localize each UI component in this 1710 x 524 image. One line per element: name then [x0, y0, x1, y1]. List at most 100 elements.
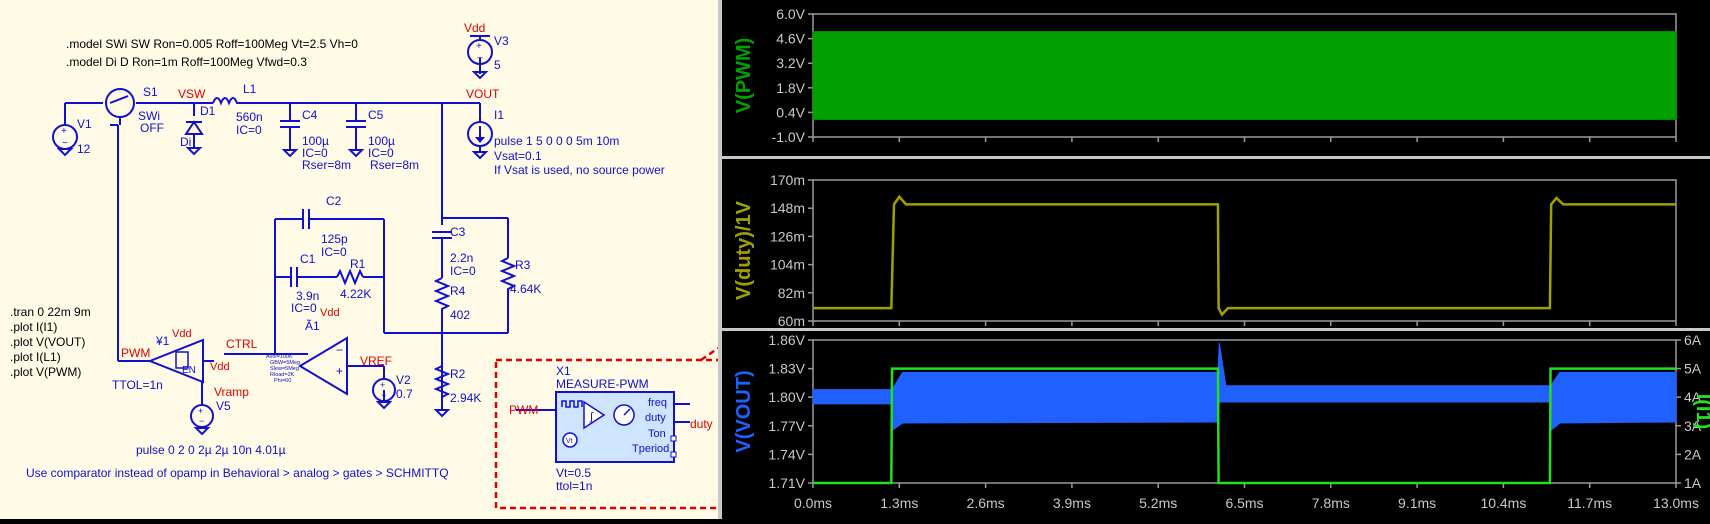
pane-separator [722, 328, 1710, 331]
y-tick-label: 6.0V [776, 6, 805, 22]
i1-value: pulse 1 5 0 0 0 5m 10m [494, 134, 619, 148]
r1-value: 4.22K [340, 287, 371, 301]
y-tick-label-right: 6A [1684, 332, 1702, 348]
y1-vdd-right-label: Vdd [210, 361, 230, 373]
directive-plot-vout[interactable]: .plot V(VOUT) [10, 335, 85, 349]
l1-inductor[interactable]: L1 560n IC=0 [212, 82, 263, 137]
svg-text:−: − [199, 416, 204, 426]
x-tick-label: 11.7ms [1567, 495, 1612, 511]
y-axis-label-right: I(I1) [1692, 394, 1710, 430]
waveform-canvas[interactable]: 6.0V 4.6V 3.2V 1.8V 0.4V -1.0V V(PWM) 170m 148m 1… [722, 0, 1710, 519]
s1-switch[interactable]: S1 SWi OFF [105, 85, 164, 135]
c2-value: 125p [321, 232, 348, 246]
v5-value: pulse 0 2 0 2µ 2µ 10n 4.01µ [136, 443, 286, 457]
directive-plot-vpwm[interactable]: .plot V(PWM) [10, 365, 81, 379]
v3-value: 5 [494, 58, 501, 72]
l1-ic: IC=0 [236, 123, 262, 137]
r2-value: 2.94K [450, 391, 481, 405]
x1-vt: Vt=0.5 [556, 466, 591, 480]
schematic-canvas[interactable]: + − V1 12 S1 SWi OFF D1 Di L1 560n IC=0 … [0, 0, 742, 519]
x1-duty-net-label: duty [690, 417, 713, 431]
r1-name: R1 [350, 257, 366, 271]
x1-ttol: ttol=1n [556, 479, 592, 493]
c1-name: C1 [300, 252, 316, 266]
a1-opamp[interactable]: Ã1 Vdd − + Avol=100K GBW=5Meg Slew=5Meg … [266, 307, 348, 396]
a1-vdd-label: Vdd [320, 307, 340, 319]
y-tick-label: 1.8V [776, 80, 805, 96]
x1-pin-duty: duty [645, 412, 666, 424]
v3-name: V3 [494, 34, 509, 48]
svg-text:−: − [336, 343, 343, 357]
r4-name: R4 [450, 284, 466, 298]
x-tick-label: 10.4ms [1480, 495, 1526, 511]
schematic-editor[interactable]: + − V1 12 S1 SWi OFF D1 Di L1 560n IC=0 … [0, 0, 742, 519]
r4-resistor[interactable]: R4 402 [433, 277, 470, 322]
a1-param-4: Phi=60 [274, 378, 291, 384]
y1-name: ¥1 [155, 334, 170, 348]
r3-resistor[interactable]: R3 4.64K [499, 257, 541, 297]
i1-vsat: Vsat=0.1 [494, 149, 542, 163]
y-tick-label: 4.6V [776, 31, 805, 47]
directive-tran[interactable]: .tran 0 22m 9m [10, 305, 91, 319]
directive-plot-il1[interactable]: .plot I(L1) [10, 350, 61, 364]
x-tick-label: 13.0ms [1653, 495, 1699, 511]
x1-pwm-net-label: PWM [509, 403, 538, 417]
y-tick-label: 1.77V [768, 418, 805, 434]
directive-plot-i1[interactable]: .plot I(I1) [10, 320, 57, 334]
x1-measure-pwm[interactable]: X1 MEASURE-PWM ∫ Vt PWM freq duty Ton Tp… [509, 364, 713, 493]
y-tick-label: 1.80V [768, 389, 805, 405]
y-tick-label: 1.83V [768, 361, 805, 377]
x-tick-label: 6.5ms [1225, 495, 1263, 511]
net-label-vsw: VSW [178, 87, 206, 101]
c3-ic: IC=0 [450, 264, 476, 278]
i1-current-source[interactable]: I1 pulse 1 5 0 0 0 5m 10m Vsat=0.1 If Vs… [467, 108, 665, 177]
c2-name: C2 [326, 194, 342, 208]
d1-name: D1 [200, 104, 216, 118]
y1-ttol: TTOL=1n [112, 378, 163, 392]
x-tick-label: 9.1ms [1398, 495, 1436, 511]
v3-source[interactable]: Vdd + − V3 5 [464, 21, 509, 80]
l1-name: L1 [243, 82, 257, 96]
d1-diode[interactable]: D1 Di [180, 104, 216, 149]
s1-state: OFF [140, 121, 164, 135]
r1-resistor[interactable]: R1 4.22K [336, 257, 371, 301]
svg-text:+: + [476, 41, 482, 52]
svg-text:Vt: Vt [566, 438, 573, 445]
c3-value: 2.2n [450, 251, 473, 265]
net-label-vout: VOUT [466, 87, 500, 101]
pane-separator [722, 156, 1710, 159]
y-axis-label: V(PWM) [733, 38, 755, 114]
c2-capacitor[interactable]: C2 125p IC=0 [302, 194, 348, 259]
c2-ic: IC=0 [321, 245, 347, 259]
c3-capacitor[interactable]: C3 2.2n IC=0 [432, 225, 476, 278]
a1-name: Ã1 [305, 319, 320, 333]
r4-value: 402 [450, 308, 470, 322]
x1-name: X1 [556, 364, 571, 378]
x-tick-label: 1.3ms [880, 495, 918, 511]
y-tick-label: 126m [770, 228, 805, 244]
net-label-ctrl: CTRL [226, 337, 258, 351]
y-tick-label: 3.2V [776, 55, 805, 71]
y-tick-label-right: 2A [1684, 446, 1702, 462]
v5-source[interactable]: + − V5 pulse 0 2 0 2µ 2µ 10n 4.01µ [136, 399, 286, 457]
y-axis-label: V(duty)/1V [733, 200, 755, 300]
y-tick-label: 60m [778, 313, 805, 329]
svg-text:+: + [61, 126, 67, 137]
y-tick-label-right: 5A [1684, 361, 1702, 377]
y-tick-label: 148m [770, 200, 805, 216]
v1-value: 12 [77, 142, 91, 156]
r2-name: R2 [450, 367, 466, 381]
i1-name: I1 [494, 108, 504, 122]
directive-model-d[interactable]: .model Di D Ron=1m Roff=100Meg Vfwd=0.3 [66, 55, 307, 69]
x1-pin-ton: Ton [648, 428, 666, 440]
v2-source[interactable]: VREF + − V2 0.7 [360, 354, 413, 402]
i1-note: If Vsat is used, no source power [494, 163, 665, 177]
c1-capacitor[interactable]: C1 3.9n IC=0 [290, 252, 319, 315]
r3-name: R3 [515, 258, 531, 272]
directive-model-sw[interactable]: .model SWi SW Ron=0.005 Roff=100Meg Vt=2… [66, 37, 358, 51]
waveform-viewer[interactable]: 6.0V 4.6V 3.2V 1.8V 0.4V -1.0V V(PWM) 170m 148m 1… [722, 0, 1710, 519]
c5-rser: Rser=8m [370, 158, 419, 172]
y-tick-label: 0.4V [776, 104, 805, 120]
d1-model: Di [180, 135, 191, 149]
series-v-pwm--envelope [812, 31, 1677, 120]
